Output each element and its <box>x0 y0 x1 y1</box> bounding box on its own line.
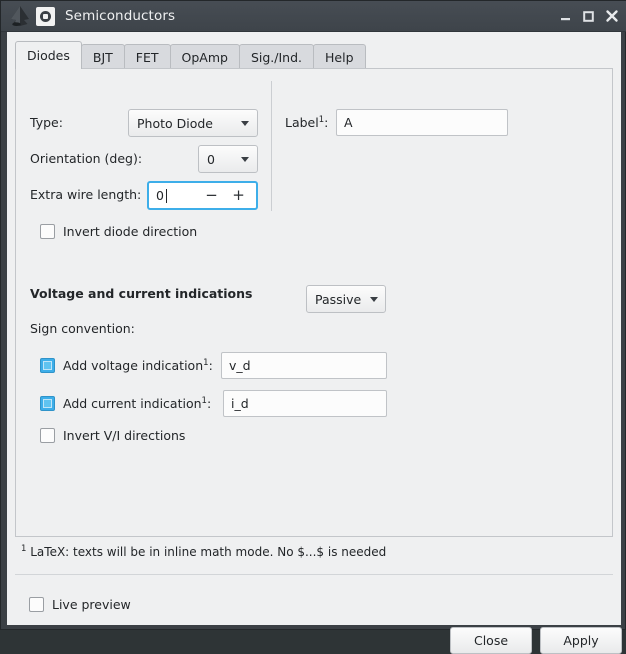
window-controls <box>557 8 620 25</box>
add-current-checkbox-row[interactable]: Add current indication1: <box>40 396 211 411</box>
tab-label: BJT <box>92 49 113 65</box>
diodes-panel: Type: Photo Diode Orientation (deg): 0 E… <box>15 68 613 537</box>
extension-icon <box>36 6 55 26</box>
spin-increment-button[interactable]: + <box>229 188 248 203</box>
footnote: 1 LaTeX: texts will be in inline math mo… <box>21 544 386 559</box>
chevron-down-icon <box>370 296 379 302</box>
dialog-body: Diodes BJT FET OpAmp Sig./Ind. Help Type… <box>7 32 622 654</box>
add-voltage-checkbox-row[interactable]: Add voltage indication1: <box>40 358 213 373</box>
tab-help[interactable]: Help <box>313 44 366 69</box>
tab-label: Help <box>325 49 354 65</box>
application-window: Semiconductors Diodes BJT FET OpAmp Sig.… <box>0 0 626 654</box>
label-field-label: Label1: <box>285 115 329 131</box>
invert-vi-label: Invert V/I directions <box>63 428 186 443</box>
dialog-buttons: Close Apply <box>450 627 622 654</box>
sign-convention-row: Sign convention: <box>30 321 135 336</box>
add-voltage-input[interactable]: v_d <box>221 352 387 379</box>
invert-vi-checkbox[interactable] <box>40 428 55 443</box>
vi-heading-label: Voltage and current indications <box>30 286 253 301</box>
tab-label: OpAmp <box>181 49 228 65</box>
type-label: Type: <box>30 115 63 130</box>
extra-wire-label: Extra wire length: <box>30 187 142 202</box>
inkscape-logo-icon <box>7 4 33 28</box>
tab-opamp[interactable]: OpAmp <box>169 44 240 69</box>
type-combobox-value: Photo Diode <box>137 115 214 131</box>
tab-fet[interactable]: FET <box>123 44 171 69</box>
spin-decrement-button[interactable]: − <box>202 188 221 203</box>
label-field-row: Label1: <box>285 115 328 130</box>
orientation-label: Orientation (deg): <box>30 151 143 166</box>
title-bar: Semiconductors <box>1 1 626 32</box>
footnote-text: LaTeX: texts will be in inline math mode… <box>26 545 387 559</box>
close-button[interactable]: Close <box>450 627 532 654</box>
live-preview-checkbox-row[interactable]: Live preview <box>29 597 131 612</box>
type-row: Type: <box>30 115 63 130</box>
invert-diode-checkbox-row[interactable]: Invert diode direction <box>40 224 197 239</box>
invert-vi-checkbox-row[interactable]: Invert V/I directions <box>40 428 185 443</box>
close-icon[interactable] <box>603 8 620 25</box>
apply-button[interactable]: Apply <box>540 627 622 654</box>
extra-wire-row: Extra wire length: <box>30 187 141 202</box>
orientation-combobox[interactable]: 0 <box>198 145 258 173</box>
orientation-row: Orientation (deg): <box>30 151 142 166</box>
add-current-label: Add current indication1: <box>63 396 212 412</box>
type-combobox[interactable]: Photo Diode <box>128 109 258 137</box>
sign-convention-value: Passive <box>315 291 362 307</box>
sign-convention-label: Sign convention: <box>30 321 135 336</box>
extra-wire-spinbox[interactable]: 0 − + <box>147 181 258 210</box>
add-voltage-label: Add voltage indication1: <box>63 358 213 374</box>
maximize-icon[interactable] <box>580 8 597 25</box>
column-divider <box>271 81 272 211</box>
tab-label: FET <box>135 49 159 65</box>
divider <box>15 574 613 575</box>
live-preview-checkbox[interactable] <box>29 597 44 612</box>
minimize-icon[interactable] <box>557 8 574 25</box>
add-current-value: i_d <box>231 396 249 411</box>
sign-convention-combobox[interactable]: Passive <box>306 285 386 313</box>
add-current-checkbox[interactable] <box>40 396 55 412</box>
add-voltage-checkbox[interactable] <box>40 358 55 374</box>
label-input-value: A <box>344 115 353 130</box>
tab-sig-ind[interactable]: Sig./Ind. <box>238 44 315 69</box>
text-cursor <box>165 188 167 203</box>
tab-diodes[interactable]: Diodes <box>15 41 82 69</box>
window-title: Semiconductors <box>65 8 176 24</box>
tab-label: Diodes <box>27 48 70 63</box>
add-current-input[interactable]: i_d <box>223 390 387 417</box>
chevron-down-icon <box>241 156 249 162</box>
tab-bjt[interactable]: BJT <box>80 44 125 69</box>
label-input[interactable]: A <box>336 109 508 136</box>
vi-section-heading: Voltage and current indications <box>30 286 252 301</box>
invert-diode-label: Invert diode direction <box>63 224 198 239</box>
live-preview-label: Live preview <box>52 597 131 612</box>
extra-wire-value: 0 <box>156 188 164 203</box>
add-voltage-value: v_d <box>229 358 251 373</box>
tab-label: Sig./Ind. <box>250 49 303 65</box>
tab-bar: Diodes BJT FET OpAmp Sig./Ind. Help <box>15 41 366 69</box>
invert-diode-checkbox[interactable] <box>40 224 55 239</box>
chevron-down-icon <box>241 120 249 126</box>
orientation-combobox-value: 0 <box>207 151 215 167</box>
